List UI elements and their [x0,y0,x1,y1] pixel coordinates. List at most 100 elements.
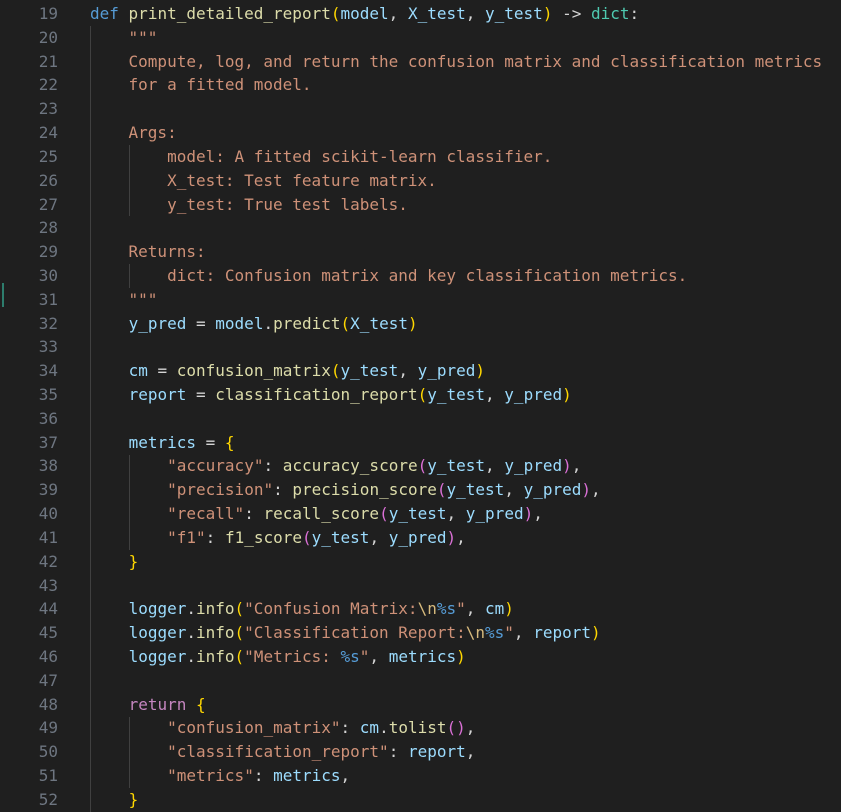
code-line[interactable]: 33 [0,335,841,359]
code-line[interactable]: 26 X_test: Test feature matrix. [0,169,841,193]
code-line[interactable]: 29 Returns: [0,240,841,264]
code-text[interactable]: metrics = { [90,431,235,455]
code-text[interactable]: report = classification_report(y_test, y… [90,383,572,407]
code-text[interactable]: "precision": precision_score(y_test, y_p… [90,478,601,502]
line-number: 28 [38,218,58,238]
code-text[interactable]: model: A fitted scikit-learn classifier. [90,145,552,169]
code-text[interactable]: logger.info("Confusion Matrix:\n%s", cm) [90,597,514,621]
code-text[interactable]: cm = confusion_matrix(y_test, y_pred) [90,359,485,383]
code-line[interactable]: 32 y_pred = model.predict(X_test) [0,312,841,336]
code-line[interactable]: 36 [0,407,841,431]
line-number: 35 [38,385,58,404]
code-text[interactable]: "classification_report": report, [90,740,475,764]
line-number: 43 [38,575,58,595]
line-number: 40 [38,504,58,524]
line-number: 25 [38,146,58,166]
code-line[interactable]: 47 [0,669,841,693]
code-line[interactable]: 22 for a fitted model. [0,73,841,97]
code-line[interactable]: 39 "precision": precision_score(y_test, … [0,478,841,502]
line-number: 34 [38,361,58,381]
code-text[interactable]: def print_detailed_report(model, X_test,… [90,2,639,26]
code-line[interactable]: 38 "accuracy": accuracy_score(y_test, y_… [0,454,841,478]
code-text[interactable]: return { [90,693,206,717]
code-line[interactable]: 42 } [0,550,841,574]
line-number: 31 [38,289,58,309]
line-number: 38 [38,456,58,476]
line-number: 32 [38,313,58,333]
line-number: 48 [38,694,58,714]
line-number: 52 [38,789,58,809]
code-text[interactable]: "f1": f1_score(y_test, y_pred), [90,526,466,550]
code-line[interactable]: 46 logger.info("Metrics: %s", metrics) [0,645,841,669]
line-number: 24 [38,123,58,143]
code-text[interactable]: for a fitted model. [90,73,312,97]
line-number: 44 [38,599,58,619]
line-number: 36 [38,408,58,428]
code-line[interactable]: 20 """ [0,26,841,50]
code-line[interactable]: 19 def print_detailed_report(model, X_tes… [0,2,841,26]
code-line[interactable]: 24 Args: [0,121,841,145]
code-text[interactable]: Returns: [90,240,206,264]
code-text[interactable]: logger.info("Classification Report:\n%s"… [90,621,601,645]
line-number: 42 [38,551,58,571]
code-line[interactable]: 40 "recall": recall_score(y_test, y_pred… [0,502,841,526]
line-number: 26 [38,170,58,190]
code-line[interactable]: 21 Compute, log, and return the confusio… [0,50,841,74]
code-area[interactable]: 19 def print_detailed_report(model, X_tes… [0,2,841,812]
code-line[interactable]: 41 "f1": f1_score(y_test, y_pred), [0,526,841,550]
code-text[interactable]: """ [90,288,158,312]
line-number: 47 [38,670,58,690]
line-number: 50 [38,742,58,762]
code-text[interactable]: "confusion_matrix": cm.tolist(), [90,716,475,740]
code-text[interactable]: } [90,788,139,812]
code-line[interactable]: 52 } [0,788,841,812]
code-line[interactable]: 23 [0,97,841,121]
line-number: 21 [38,51,58,71]
indent-guide [128,264,130,288]
line-number: 20 [38,27,58,47]
line-number: 49 [38,718,58,738]
line-number: 39 [38,480,58,500]
code-line[interactable]: 49 "confusion_matrix": cm.tolist(), [0,716,841,740]
indent-guide [128,454,130,550]
code-editor[interactable]: 19 def print_detailed_report(model, X_tes… [0,0,841,812]
line-number: 37 [38,432,58,452]
code-line[interactable]: 31 """ [0,288,841,312]
code-line[interactable]: 30 dict: Confusion matrix and key classi… [0,264,841,288]
code-text[interactable]: logger.info("Metrics: %s", metrics) [90,645,466,669]
code-line[interactable]: 34 cm = confusion_matrix(y_test, y_pred) [0,359,841,383]
code-line[interactable]: 51 "metrics": metrics, [0,764,841,788]
code-line[interactable]: 25 model: A fitted scikit-learn classifi… [0,145,841,169]
code-line[interactable]: 37 metrics = { [0,431,841,455]
code-text[interactable]: Compute, log, and return the confusion m… [90,50,823,74]
line-number: 46 [38,646,58,666]
code-text[interactable]: "recall": recall_score(y_test, y_pred), [90,502,543,526]
code-text[interactable]: Args: [90,121,177,145]
code-line[interactable]: 50 "classification_report": report, [0,740,841,764]
code-line[interactable]: 28 [0,216,841,240]
code-text[interactable]: dict: Confusion matrix and key classific… [90,264,687,288]
code-text[interactable]: } [90,550,139,574]
code-text[interactable]: """ [90,26,158,50]
code-text[interactable]: X_test: Test feature matrix. [90,169,437,193]
line-number: 19 [38,4,58,23]
line-number: 45 [38,623,58,643]
indent-guide [128,716,130,789]
indent-guide [90,25,91,812]
code-line[interactable]: 45 logger.info("Classification Report:\n… [0,621,841,645]
code-line[interactable]: 48 return { [0,693,841,717]
indent-guide [128,144,130,217]
line-number: 41 [38,527,58,547]
code-text[interactable]: y_pred = model.predict(X_test) [90,312,418,336]
line-number: 29 [38,242,58,262]
line-number: 27 [38,194,58,214]
line-number: 22 [38,75,58,95]
code-text[interactable]: "accuracy": accuracy_score(y_test, y_pre… [90,454,581,478]
code-text[interactable]: y_test: True test labels. [90,193,408,217]
code-line[interactable]: 27 y_test: True test labels. [0,193,841,217]
line-number: 23 [38,99,58,119]
code-line[interactable]: 43 [0,574,841,598]
line-number: 33 [38,337,58,357]
code-line[interactable]: 35 report = classification_report(y_test… [0,383,841,407]
code-line[interactable]: 44 logger.info("Confusion Matrix:\n%s", … [0,597,841,621]
